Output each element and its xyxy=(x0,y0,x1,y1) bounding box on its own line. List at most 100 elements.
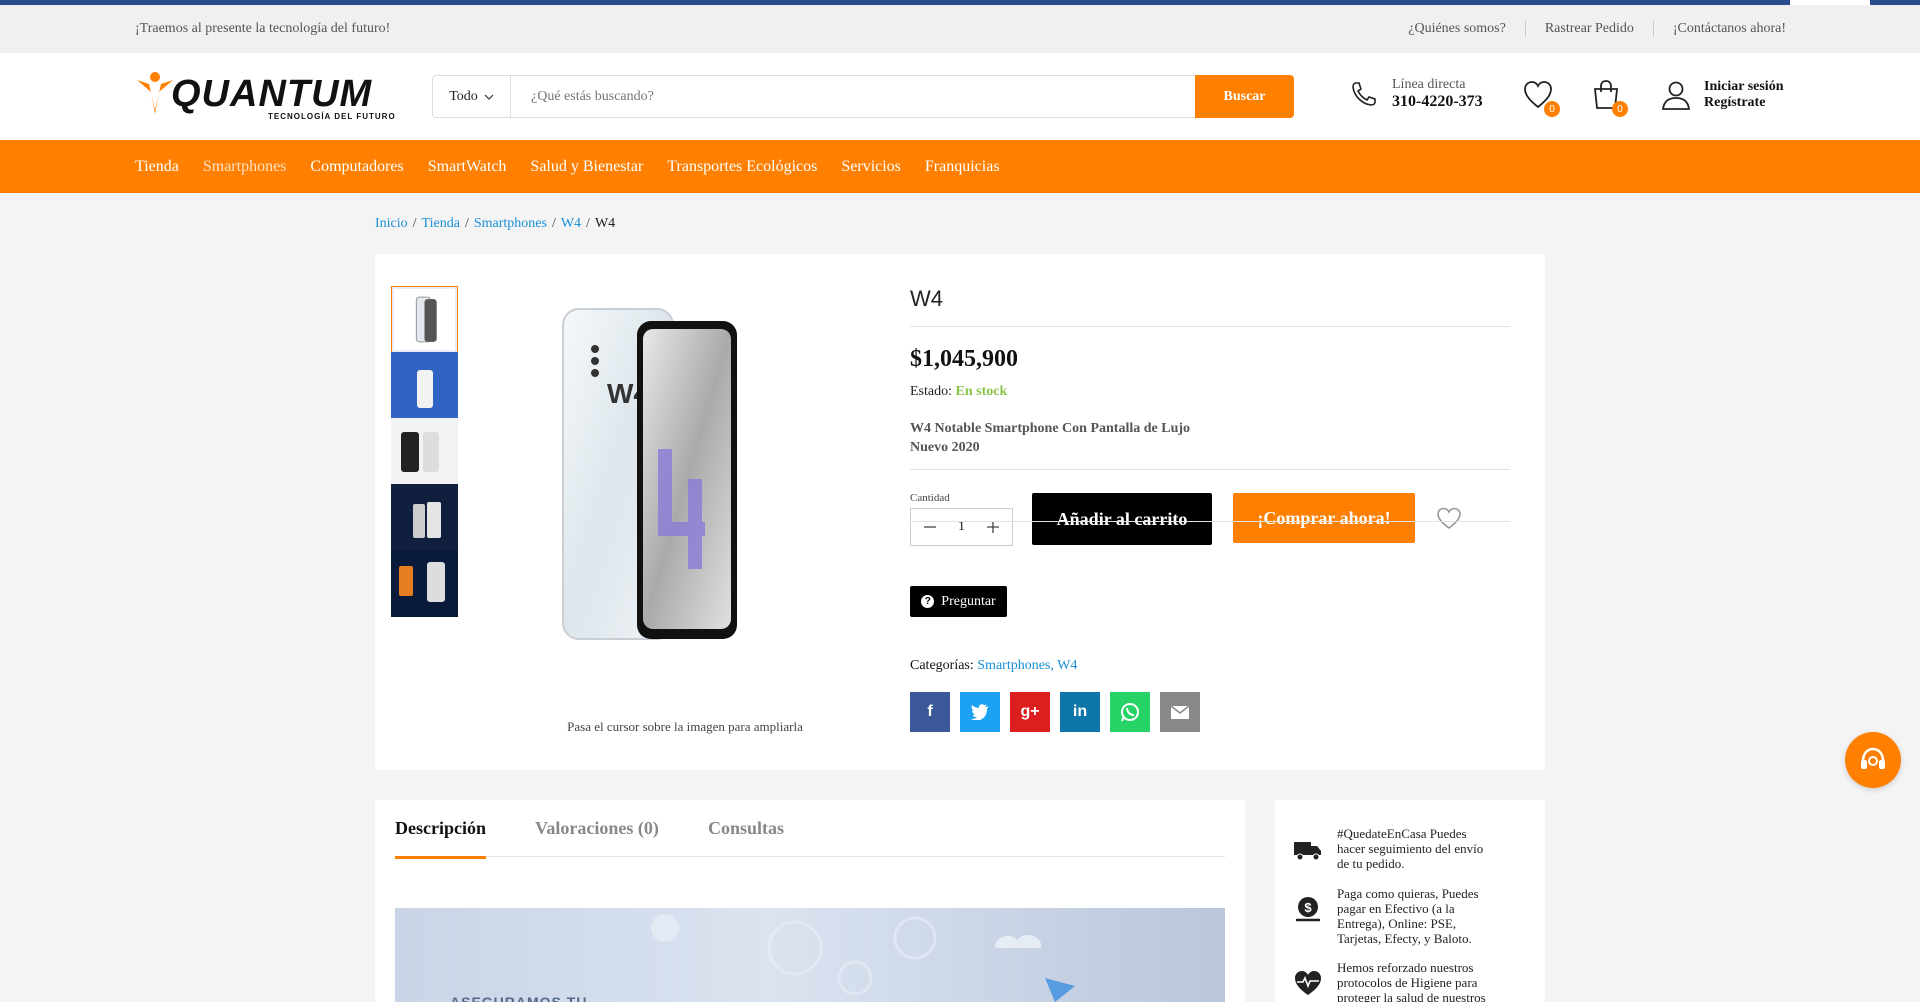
banner-graphic xyxy=(651,914,1075,1002)
nav-item-franquicias[interactable]: Franquicias xyxy=(925,158,1000,176)
share-buttons: f g+ in xyxy=(910,692,1200,732)
search-category-select[interactable]: Todo xyxy=(433,76,511,117)
feature-item: #QuedateEnCasa Puedes hacer seguimiento … xyxy=(1293,826,1497,871)
breadcrumb-tienda[interactable]: Tienda xyxy=(422,216,460,231)
quantity-stepper[interactable]: 1 xyxy=(910,508,1013,546)
stock-status: Estado: En stock xyxy=(910,384,1008,399)
product-categories: Categorías: Smartphones, W4 xyxy=(910,658,1078,673)
breadcrumb-w4[interactable]: W4 xyxy=(561,216,581,231)
search-button[interactable]: Buscar xyxy=(1195,75,1294,118)
login-link[interactable]: Iniciar sesión xyxy=(1704,79,1783,95)
cart-button[interactable]: 0 xyxy=(1590,79,1628,117)
link-about[interactable]: ¿Quiénes somos? xyxy=(1389,21,1525,37)
nav-item-smartphones[interactable]: Smartphones xyxy=(203,158,287,176)
share-email-icon[interactable] xyxy=(1160,692,1200,732)
link-track-order[interactable]: Rastrear Pedido xyxy=(1524,21,1653,37)
money-bag-icon: $ xyxy=(1296,897,1320,922)
question-icon: ? xyxy=(921,595,935,608)
hotline-number: 310-4220-373 xyxy=(1392,93,1483,110)
account-menu[interactable]: Iniciar sesión Regístrate xyxy=(1660,79,1783,111)
phone-icon xyxy=(1352,82,1376,106)
tab-questions[interactable]: Consultas xyxy=(708,818,784,839)
product-thumbnail[interactable] xyxy=(391,286,458,353)
logo-wordmark: QUANTUM xyxy=(171,73,373,115)
nav-item-servicios[interactable]: Servicios xyxy=(841,158,901,176)
wishlist-button[interactable]: 0 xyxy=(1522,79,1560,117)
feature-text: Paga como quieras, Puedes pagar en Efect… xyxy=(1337,886,1479,946)
nav-item-tienda[interactable]: Tienda xyxy=(135,158,179,176)
feature-text: Hemos reforzado nuestros protocolos de H… xyxy=(1337,960,1486,1002)
support-chat-button[interactable] xyxy=(1845,732,1901,788)
product-thumbnail[interactable] xyxy=(391,484,458,551)
breadcrumb-current: W4 xyxy=(594,216,616,231)
description-banner: ASEGURAMOS TU xyxy=(395,908,1225,1002)
chevron-down-icon xyxy=(484,94,494,100)
svg-text:$: $ xyxy=(1304,900,1312,915)
share-facebook-icon[interactable]: f xyxy=(910,692,950,732)
product-main-image[interactable]: W4 xyxy=(555,299,785,679)
top-bar: ¡Traemos al presente la tecnología del f… xyxy=(0,5,1920,53)
banner-text: ASEGURAMOS TU xyxy=(450,994,588,1002)
minus-icon[interactable] xyxy=(923,520,937,534)
tab-row: Descripción Valoraciones (0) Consultas xyxy=(395,800,1225,859)
product-tabs: Descripción Valoraciones (0) Consultas A… xyxy=(375,800,1245,1002)
main-nav: Tienda Smartphones Computadores SmartWat… xyxy=(0,140,1920,193)
top-links: ¿Quiénes somos? Rastrear Pedido ¡Contáct… xyxy=(1389,21,1786,37)
divider xyxy=(910,469,1510,470)
tagline: ¡Traemos al presente la tecnología del f… xyxy=(135,21,391,36)
wishlist-heart-icon[interactable] xyxy=(1436,506,1462,530)
product-title: W4 xyxy=(910,286,943,311)
product-thumbnail[interactable] xyxy=(391,418,458,485)
feature-item: $ Paga como quieras, Puedes pagar en Efe… xyxy=(1293,886,1497,946)
register-link[interactable]: Regístrate xyxy=(1704,95,1783,111)
cart-count-badge: 0 xyxy=(1612,101,1628,117)
buy-now-button[interactable]: ¡Comprar ahora! xyxy=(1233,493,1415,543)
divider xyxy=(910,521,1510,522)
phone-thumbnail-image xyxy=(394,289,455,350)
product-price: $1,045,900 xyxy=(910,346,1018,372)
add-to-cart-button[interactable]: Añadir al carrito xyxy=(1032,493,1212,545)
product-thumbnail[interactable] xyxy=(391,550,458,617)
product-card: W4 Pasa el cursor sobre la imagen para a… xyxy=(375,254,1545,770)
wishlist-count-badge: 0 xyxy=(1544,101,1560,117)
headset-icon xyxy=(1861,747,1885,769)
header: QUANTUM TECNOLOGÍA DEL FUTURO Todo Busca… xyxy=(0,53,1920,140)
phone-dark-thumbnail-image xyxy=(391,484,458,551)
phone-front-thumbnail-image xyxy=(391,418,458,485)
divider xyxy=(910,326,1510,327)
breadcrumb-smartphones[interactable]: Smartphones xyxy=(474,216,547,231)
user-icon xyxy=(1661,81,1691,110)
link-contact[interactable]: ¡Contáctanos ahora! xyxy=(1652,21,1786,37)
hotline[interactable]: Línea directa 310-4220-373 xyxy=(1350,77,1483,111)
breadcrumb-inicio[interactable]: Inicio xyxy=(375,216,408,231)
share-linkedin-icon[interactable]: in xyxy=(1060,692,1100,732)
hotline-label: Línea directa xyxy=(1392,77,1466,92)
nav-item-salud[interactable]: Salud y Bienestar xyxy=(530,158,643,176)
share-twitter-icon[interactable] xyxy=(960,692,1000,732)
nav-item-smartwatch[interactable]: SmartWatch xyxy=(428,158,507,176)
logo[interactable]: QUANTUM TECNOLOGÍA DEL FUTURO xyxy=(135,70,405,122)
stock-value: En stock xyxy=(955,384,1008,399)
search-input[interactable] xyxy=(511,76,1195,117)
zoom-hint: Pasa el cursor sobre la imagen para ampl… xyxy=(567,719,803,734)
nav-item-transportes[interactable]: Transportes Ecológicos xyxy=(667,158,817,176)
quantity-label: Cantidad xyxy=(910,492,950,504)
ask-question-button[interactable]: ? Preguntar xyxy=(910,586,1007,617)
tab-description[interactable]: Descripción xyxy=(395,818,486,859)
phone-promo-thumbnail-image xyxy=(391,352,458,419)
logo-mark-icon xyxy=(137,72,173,114)
breadcrumb: Inicio / Tienda / Smartphones / W4/W4 xyxy=(375,216,616,231)
truck-icon xyxy=(1294,842,1321,861)
heart-pulse-icon xyxy=(1295,971,1321,995)
nav-item-computadores[interactable]: Computadores xyxy=(310,158,403,176)
category-links[interactable]: Smartphones, W4 xyxy=(977,658,1077,673)
share-whatsapp-icon[interactable] xyxy=(1110,692,1150,732)
feature-item: Hemos reforzado nuestros protocolos de H… xyxy=(1293,960,1497,1002)
search-bar: Todo Buscar xyxy=(432,75,1294,118)
logo-subtitle: TECNOLOGÍA DEL FUTURO xyxy=(268,112,396,121)
share-google-plus-icon[interactable]: g+ xyxy=(1010,692,1050,732)
product-thumbnail[interactable] xyxy=(391,352,458,419)
features-sidebar: #QuedateEnCasa Puedes hacer seguimiento … xyxy=(1275,800,1545,1002)
plus-icon[interactable] xyxy=(986,520,1000,534)
tab-reviews[interactable]: Valoraciones (0) xyxy=(535,818,659,839)
